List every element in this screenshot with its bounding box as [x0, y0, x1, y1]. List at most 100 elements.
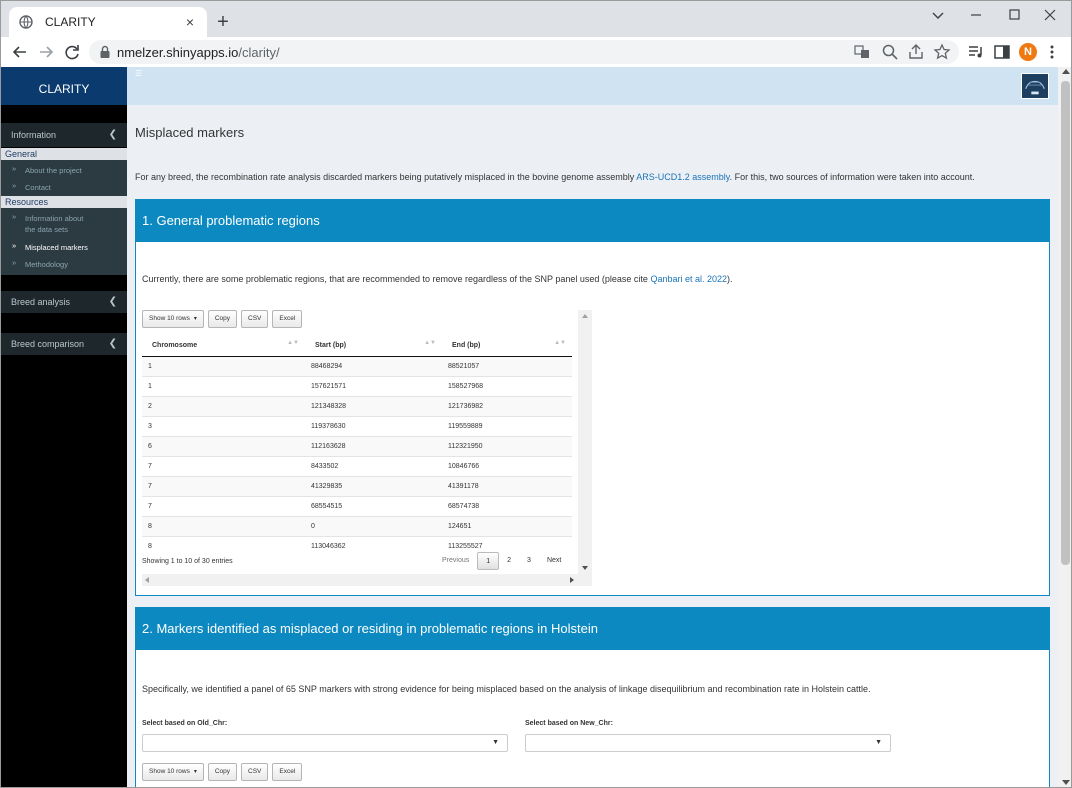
sidebar-item-contact[interactable]: » Contact	[1, 180, 127, 194]
intro-text-end: . For this, two sources of information w…	[729, 172, 975, 182]
avatar[interactable]: N	[1019, 43, 1037, 61]
page-button[interactable]: 3	[519, 552, 539, 570]
double-chevron-icon: »	[12, 258, 17, 267]
table-cell: 7	[142, 455, 305, 476]
lock-icon[interactable]	[99, 45, 111, 59]
copy-button[interactable]: Copy	[207, 763, 238, 781]
sort-icon: ▲▼	[554, 340, 566, 346]
copy-button[interactable]: Copy	[207, 310, 238, 328]
chevron-down-icon[interactable]	[923, 5, 953, 25]
scroll-up-icon[interactable]	[1062, 69, 1070, 74]
assembly-link[interactable]: ARS-UCD1.2 assembly	[636, 172, 729, 182]
zoom-icon[interactable]	[881, 43, 899, 61]
sidebar-item-misplaced-markers[interactable]: » Misplaced markers	[1, 240, 127, 254]
table-cell: 157621571	[305, 375, 442, 396]
table-horizontal-scrollbar[interactable]	[142, 574, 592, 586]
table-cell: 41391178	[442, 475, 572, 496]
bookmark-star-icon[interactable]	[933, 43, 951, 61]
table-cell: 2	[142, 395, 305, 416]
page-scrollbar[interactable]	[1058, 67, 1071, 787]
citation-link[interactable]: Qanbari et al. 2022	[650, 274, 727, 284]
sidebar-item-methodology[interactable]: » Methodology	[1, 257, 127, 271]
address-bar[interactable]: nmelzer.shinyapps.io/clarity/	[89, 40, 959, 64]
main-content: Misplaced markers For any breed, the rec…	[127, 105, 1058, 787]
chevron-left-icon: ❮	[108, 129, 117, 140]
csv-button[interactable]: CSV	[241, 310, 269, 328]
hamburger-icon[interactable]: ☰	[135, 69, 142, 78]
column-header-chromosome[interactable]: Chromosome ▲▼	[142, 336, 305, 357]
problematic-regions-box: 1. General problematic regions Currently…	[135, 199, 1050, 596]
page-button[interactable]: 1	[477, 552, 500, 570]
box-description-end: ).	[727, 274, 733, 284]
select-new-chr[interactable]: ▼	[525, 734, 891, 752]
sidebar-item-label: Contact	[25, 183, 51, 192]
regions-table: Chromosome ▲▼ Start (bp) ▲▼ End (bp) ▲▼ 1 88…	[142, 336, 572, 556]
scroll-right-icon[interactable]	[570, 577, 574, 583]
fbn-logo	[1021, 73, 1049, 99]
sidebar-item-breed-analysis[interactable]: Breed analysis ❮	[1, 291, 127, 313]
table-vertical-scrollbar[interactable]	[578, 310, 592, 574]
show-rows-button[interactable]: Show 10 rows ▾	[142, 763, 204, 781]
table-cell: 10846766	[442, 455, 572, 476]
sidebar-item-label: the data sets	[25, 225, 68, 234]
table-row: 1 88468294 88521057	[142, 355, 572, 376]
box-description: Specifically, we identified a panel of 6…	[142, 684, 871, 694]
sidebar-item-information[interactable]: Information ❮	[1, 123, 127, 147]
close-window-icon[interactable]	[1035, 5, 1065, 25]
excel-button[interactable]: Excel	[272, 310, 303, 328]
table-cell: 112321950	[442, 435, 572, 456]
sidebar: CLARITY Information ❮ General » About th…	[1, 67, 127, 787]
table-row: 1 157621571 158527968	[142, 375, 572, 396]
sidebar-item-breed-comparison[interactable]: Breed comparison ❮	[1, 333, 127, 355]
brand-title[interactable]: CLARITY	[1, 67, 127, 105]
playlist-icon[interactable]	[967, 43, 985, 61]
forward-icon[interactable]	[35, 41, 57, 63]
csv-button[interactable]: CSV	[241, 763, 269, 781]
back-icon[interactable]	[9, 41, 31, 63]
reload-icon[interactable]	[61, 41, 83, 63]
tab-close-icon[interactable]: ×	[181, 13, 199, 31]
scroll-down-icon[interactable]	[1062, 780, 1070, 785]
excel-button[interactable]: Excel	[272, 763, 303, 781]
next-page-button[interactable]: Next	[539, 552, 569, 570]
chevron-left-icon: ❮	[108, 338, 117, 349]
url-host: nmelzer.shinyapps.io	[117, 45, 239, 60]
table-cell: 8433502	[305, 455, 442, 476]
table-cell: 88468294	[305, 355, 442, 376]
column-header-label: Start (bp)	[315, 342, 347, 350]
page-button[interactable]: 2	[499, 552, 519, 570]
sidebar-item-label: Breed analysis	[11, 297, 71, 307]
sidebar-header-resources: Resources	[1, 196, 127, 208]
show-rows-button[interactable]: Show 10 rows ▾	[142, 310, 204, 328]
sidebar-item-label: Methodology	[25, 260, 68, 269]
box-description-start: Currently, there are some problematic re…	[142, 274, 651, 284]
scroll-left-icon[interactable]	[145, 577, 149, 583]
sidebar-item-about[interactable]: » About the project	[1, 163, 127, 177]
intro-text: For any breed, the recombination rate an…	[135, 172, 975, 182]
sort-icon: ▲▼	[287, 340, 299, 346]
share-icon[interactable]	[907, 43, 925, 61]
new-tab-button[interactable]: +	[213, 12, 233, 32]
sidebar-item-information-data-sets[interactable]: » Information about the data sets	[1, 211, 127, 237]
sidebar-header-general: General	[1, 148, 127, 160]
double-chevron-icon: »	[12, 241, 17, 250]
scroll-up-icon[interactable]	[582, 314, 588, 318]
minimize-icon[interactable]	[961, 5, 991, 25]
table-cell: 121736982	[442, 395, 572, 416]
menu-icon[interactable]	[1047, 43, 1057, 61]
regions-table-wrapper: Show 10 rows ▾ Copy CSV Excel Chromosome ▲…	[142, 310, 592, 592]
previous-page-button[interactable]: Previous	[434, 552, 477, 570]
caret-down-icon: ▼	[492, 739, 499, 746]
scrollbar-thumb[interactable]	[1061, 81, 1070, 565]
tab-clarity[interactable]: CLARITY ×	[9, 7, 207, 37]
translate-icon[interactable]	[853, 43, 871, 61]
maximize-icon[interactable]	[999, 5, 1029, 25]
side-panel-icon[interactable]	[993, 43, 1011, 61]
column-header-start[interactable]: Start (bp) ▲▼	[305, 336, 442, 357]
column-header-end[interactable]: End (bp) ▲▼	[442, 336, 572, 357]
table-cell: 7	[142, 475, 305, 496]
select-old-chr[interactable]: ▼	[142, 734, 508, 752]
scroll-down-icon[interactable]	[582, 566, 588, 570]
table-cell: 68574738	[442, 495, 572, 516]
chevron-left-icon: ❮	[108, 296, 117, 307]
